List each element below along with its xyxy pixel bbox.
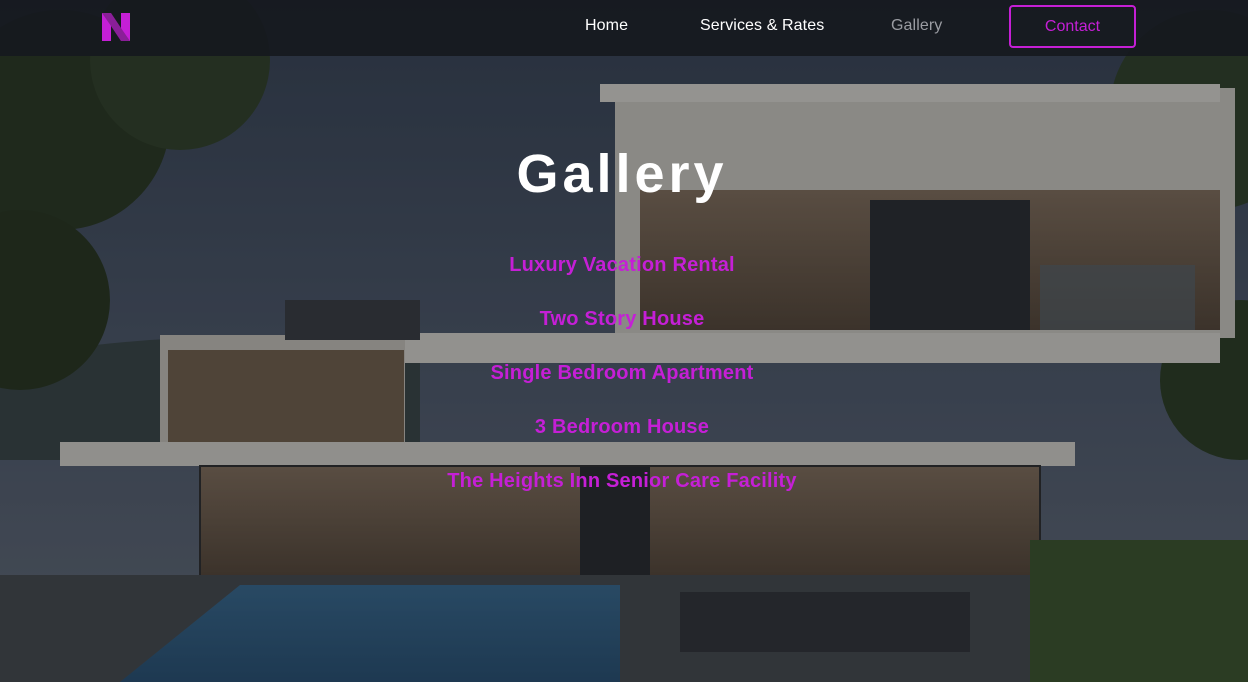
- list-item: Single Bedroom Apartment: [0, 362, 1244, 416]
- gallery-link-3-bedroom-house[interactable]: 3 Bedroom House: [535, 416, 709, 438]
- top-navbar: Home Services & Rates Gallery Contact: [0, 0, 1248, 56]
- list-item: The Heights Inn Senior Care Facility: [0, 470, 1244, 524]
- contact-button[interactable]: Contact: [1009, 5, 1136, 48]
- page-title: Gallery: [516, 144, 728, 204]
- gallery-link-single-bedroom-apartment[interactable]: Single Bedroom Apartment: [491, 362, 754, 384]
- nav-link-gallery[interactable]: Gallery: [891, 17, 942, 35]
- list-item: Two Story House: [0, 308, 1244, 362]
- nav-link-services-rates[interactable]: Services & Rates: [700, 17, 824, 35]
- list-item: Luxury Vacation Rental: [0, 254, 1244, 308]
- gallery-link-heights-inn-senior-care[interactable]: The Heights Inn Senior Care Facility: [447, 470, 797, 492]
- nav-link-home[interactable]: Home: [585, 17, 628, 35]
- gallery-link-luxury-vacation-rental[interactable]: Luxury Vacation Rental: [509, 254, 735, 276]
- gallery-links-list: Luxury Vacation Rental Two Story House S…: [0, 254, 1244, 524]
- gallery-link-two-story-house[interactable]: Two Story House: [540, 308, 705, 330]
- list-item: 3 Bedroom House: [0, 416, 1244, 470]
- letter-n-logo-icon[interactable]: [100, 11, 132, 43]
